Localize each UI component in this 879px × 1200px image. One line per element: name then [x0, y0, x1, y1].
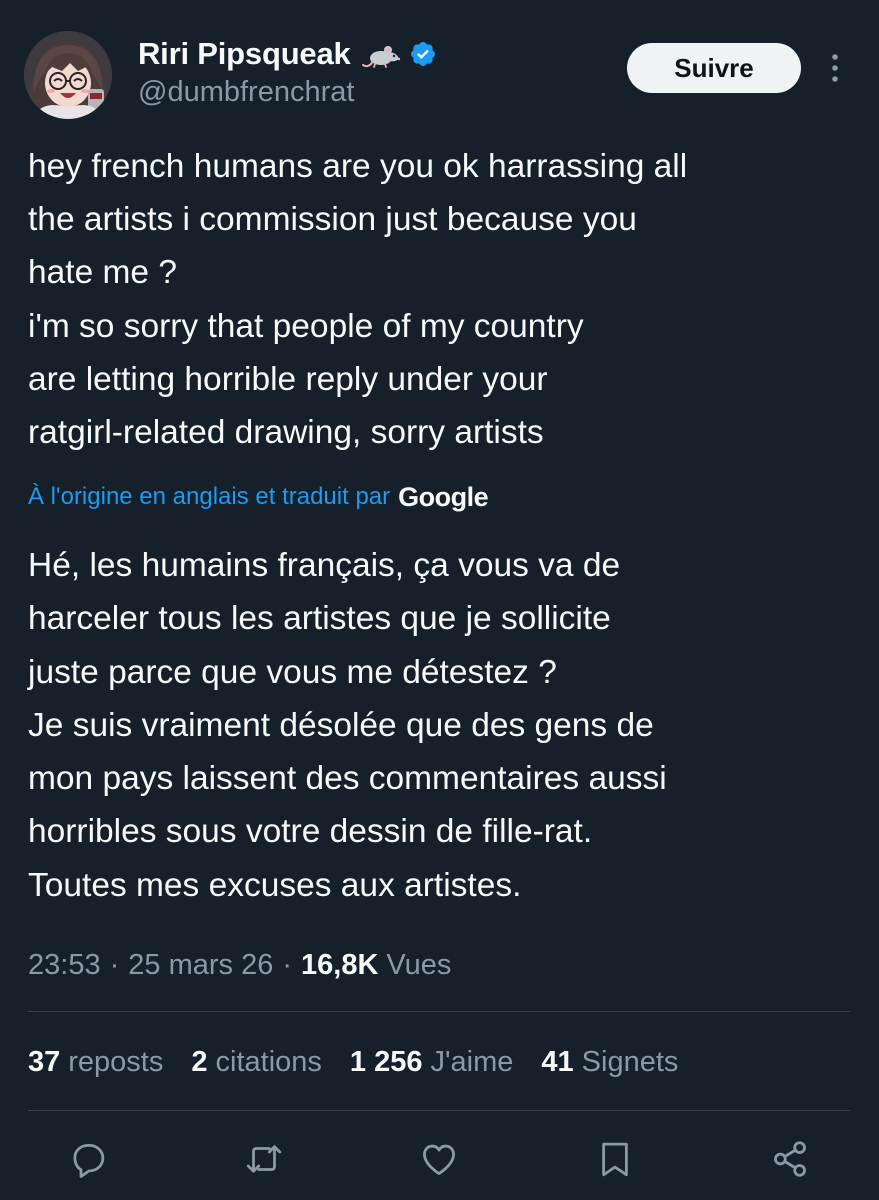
tweet-time[interactable]: 23:53: [28, 949, 101, 982]
handle[interactable]: @dumbfrenchrat: [138, 76, 354, 109]
tweet-date[interactable]: 25 mars 26: [128, 949, 273, 982]
like-icon[interactable]: [418, 1138, 460, 1180]
views-label: Vues: [386, 948, 452, 981]
stat-likes[interactable]: 1 256 J'aime: [350, 1046, 513, 1079]
stat-label: J'aime: [430, 1045, 514, 1078]
stat-label: citations: [215, 1045, 322, 1078]
tweet-meta: 23:53 · 25 mars 26 · 16,8K Vues: [28, 943, 451, 987]
bookmark-icon[interactable]: [594, 1138, 636, 1180]
avatar-image: [24, 31, 112, 119]
avatar[interactable]: [24, 31, 112, 119]
tweet-text: hey french humans are you ok harrassing …: [28, 148, 688, 452]
meta-separator: ·: [109, 948, 120, 981]
rat-emoji-icon: [361, 39, 401, 69]
display-name-row: Riri Pipsqueak: [138, 34, 437, 74]
verified-badge-icon[interactable]: [409, 40, 437, 68]
divider: [28, 1110, 850, 1111]
stat-count: 2: [191, 1045, 208, 1078]
translation-label-link[interactable]: À l'origine en anglais et traduit par: [28, 483, 390, 511]
stat-count: 1 256: [349, 1045, 423, 1078]
stat-label: Signets: [581, 1045, 679, 1078]
repost-icon[interactable]: [243, 1138, 285, 1180]
stat-bookmarks[interactable]: 41 Signets: [541, 1046, 678, 1079]
meta-separator: ·: [282, 948, 292, 981]
google-logo: Google: [398, 481, 489, 512]
share-icon[interactable]: [769, 1138, 811, 1180]
translated-text: Hé, les humains français, ça vous va de …: [28, 547, 667, 904]
stat-citations[interactable]: 2 citations: [191, 1046, 322, 1079]
stat-count: 37: [28, 1045, 61, 1078]
stat-count: 41: [541, 1045, 574, 1078]
display-name[interactable]: Riri Pipsqueak: [138, 36, 351, 72]
stat-label: reposts: [68, 1045, 164, 1078]
action-bar: [0, 1134, 879, 1184]
follow-button[interactable]: Suivre: [627, 43, 801, 93]
stat-reposts[interactable]: 37 reposts: [28, 1046, 163, 1079]
engagement-stats: 37 reposts 2 citations 1 256 J'aime 41 Signe…: [28, 1040, 706, 1084]
divider: [28, 1011, 850, 1012]
translation-attribution: À l'origine en anglais et traduit par Go…: [28, 477, 489, 517]
views-count: 16,8K: [301, 948, 379, 981]
more-vertical-icon[interactable]: [820, 46, 850, 90]
reply-icon[interactable]: [67, 1138, 109, 1180]
